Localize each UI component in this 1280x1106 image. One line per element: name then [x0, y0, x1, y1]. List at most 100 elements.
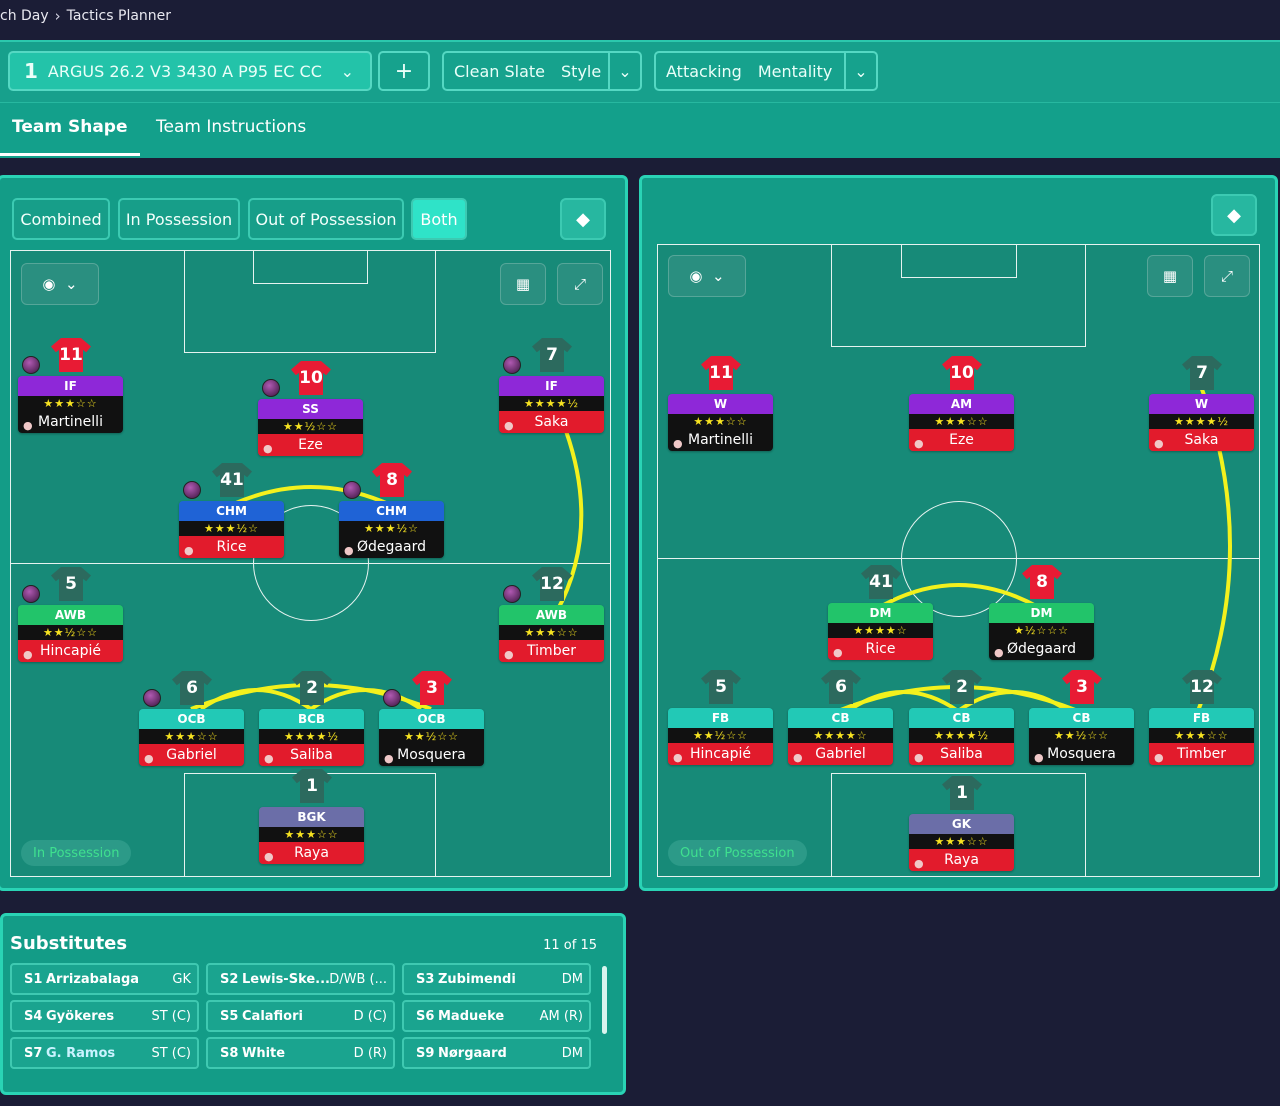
- left-shape-panel: Combined In Possession Out of Possession…: [0, 175, 628, 891]
- player-rating: ★★½☆☆: [379, 729, 484, 744]
- style-label: Style: [561, 61, 602, 81]
- player-card[interactable]: 12 AWB ★★★☆☆ ● Timber: [499, 567, 604, 662]
- player-rating: ★★★☆☆: [668, 414, 773, 429]
- substitute-item[interactable]: S3 Zubimendi DM: [402, 963, 591, 995]
- sub-number: S2: [220, 971, 239, 987]
- user-icon: ●: [914, 857, 924, 870]
- mentality-value: Attacking: [666, 61, 742, 81]
- sub-name: G. Ramos: [46, 1045, 116, 1061]
- player-card[interactable]: 1 BGK ★★★☆☆ ● Raya: [259, 769, 364, 864]
- substitutes-panel: Substitutes 11 of 15 S1 Arrizabalaga GK S2 L…: [0, 913, 626, 1095]
- sub-number: S5: [220, 1008, 239, 1024]
- player-rating: ★★★½☆: [179, 521, 284, 536]
- player-card[interactable]: 3 CB ★★½☆☆ ● Mosquera: [1029, 670, 1134, 765]
- player-card-body: CB ★★½☆☆ ● Mosquera: [1029, 708, 1134, 765]
- player-rating: ★★★☆☆: [259, 827, 364, 842]
- player-card[interactable]: 11 IF ★★★☆☆ ● Martinelli: [18, 338, 123, 433]
- shirt-number: 7: [1196, 363, 1208, 383]
- mentality-label: Mentality: [757, 61, 833, 81]
- player-role: OCB: [139, 709, 244, 729]
- player-card[interactable]: 41 DM ★★★★☆ ● Rice: [828, 565, 933, 660]
- sub-number: S3: [416, 971, 435, 987]
- mentality-dropdown[interactable]: Attacking Mentality ⌄: [654, 51, 878, 91]
- tactic-selector[interactable]: 1 ARGUS 26.2 V3 3430 A P95 EC CC ⌄: [8, 51, 372, 91]
- player-card[interactable]: 1 GK ★★★☆☆ ● Raya: [909, 776, 1014, 871]
- player-rating: ★★★½☆: [339, 521, 444, 536]
- user-icon: ●: [504, 648, 514, 661]
- sub-number: S8: [220, 1045, 239, 1061]
- player-card[interactable]: 10 SS ★★½☆☆ ● Eze: [258, 361, 363, 456]
- player-card[interactable]: 2 BCB ★★★★½ ● Saliba: [259, 671, 364, 766]
- player-card[interactable]: 11 W ★★★☆☆ ● Martinelli: [668, 356, 773, 451]
- user-icon: ●: [914, 437, 924, 450]
- player-rating: ★★★☆☆: [909, 834, 1014, 849]
- user-icon: ●: [23, 419, 33, 432]
- substitutes-count: 11 of 15: [543, 938, 597, 953]
- segment-in-possession[interactable]: In Possession: [118, 198, 240, 240]
- scrollbar[interactable]: [602, 966, 607, 1034]
- user-icon: ●: [914, 751, 924, 764]
- substitute-item[interactable]: S2 Lewis-Ske... D/WB (...: [206, 963, 395, 995]
- player-name-row: ● Ødegaard: [339, 536, 444, 558]
- player-role: W: [1149, 394, 1254, 414]
- player-card[interactable]: 5 FB ★★½☆☆ ● Hincapié: [668, 670, 773, 765]
- substitute-item[interactable]: S9 Nørgaard DM: [402, 1037, 591, 1069]
- substitute-item[interactable]: S8 White D (R): [206, 1037, 395, 1069]
- shirt-number: 5: [65, 574, 77, 594]
- user-icon: ●: [793, 751, 803, 764]
- user-icon: ●: [1154, 437, 1164, 450]
- substitute-item[interactable]: S4 Gyökeres ST (C): [10, 1000, 199, 1032]
- substitute-item[interactable]: S6 Madueke AM (R): [402, 1000, 591, 1032]
- player-name: Raya: [944, 852, 979, 868]
- player-card[interactable]: 41 CHM ★★★½☆ ● Rice: [179, 463, 284, 558]
- player-card-body: OCB ★★★☆☆ ● Gabriel: [139, 709, 244, 766]
- add-tactic-button[interactable]: +: [378, 51, 430, 91]
- player-card-body: BCB ★★★★½ ● Saliba: [259, 709, 364, 766]
- eraser-button[interactable]: ◆: [560, 198, 606, 240]
- player-card[interactable]: 10 AM ★★★☆☆ ● Eze: [909, 356, 1014, 451]
- link-line: [309, 688, 423, 711]
- player-card[interactable]: 2 CB ★★★★½ ● Saliba: [909, 670, 1014, 765]
- player-card-body: CHM ★★★½☆ ● Ødegaard: [339, 501, 444, 558]
- player-card[interactable]: 12 FB ★★★☆☆ ● Timber: [1149, 670, 1254, 765]
- user-icon: ●: [1034, 751, 1044, 764]
- segment-both[interactable]: Both: [411, 198, 467, 240]
- sub-number: S7: [24, 1045, 43, 1061]
- breadcrumb-current: Tactics Planner: [66, 8, 172, 24]
- user-icon: ●: [144, 752, 154, 765]
- substitute-item[interactable]: S5 Calafiori D (C): [206, 1000, 395, 1032]
- sub-number: S4: [24, 1008, 43, 1024]
- player-card[interactable]: 3 OCB ★★½☆☆ ● Mosquera: [379, 671, 484, 766]
- player-card[interactable]: 8 DM ★½☆☆☆ ● Ødegaard: [989, 565, 1094, 660]
- shirt-number: 41: [220, 470, 244, 490]
- player-card[interactable]: 7 W ★★★★½ ● Saka: [1149, 356, 1254, 451]
- player-card[interactable]: 7 IF ★★★★½ ● Saka: [499, 338, 604, 433]
- shirt-number: 12: [1190, 677, 1214, 697]
- player-card[interactable]: 8 CHM ★★★½☆ ● Ødegaard: [339, 463, 444, 558]
- substitute-item[interactable]: S7 G. Ramos ST (C): [10, 1037, 199, 1069]
- player-card[interactable]: 5 AWB ★★½☆☆ ● Hincapié: [18, 567, 123, 662]
- player-name: Saka: [1184, 432, 1219, 448]
- sub-name: Calafiori: [242, 1008, 303, 1024]
- right-shape-panel: ◆ ◉ ⌄ ▦ ⤢ 11 W ★★★☆☆ ● Martinelli 10 AM ★★★☆☆ ● E…: [639, 175, 1278, 891]
- player-rating: ★★★★☆: [788, 728, 893, 743]
- role-badge-icon: [22, 356, 40, 374]
- style-dropdown[interactable]: Clean Slate Style ⌄: [442, 51, 642, 91]
- player-card[interactable]: 6 OCB ★★★☆☆ ● Gabriel: [139, 671, 244, 766]
- tactic-header: 1 ARGUS 26.2 V3 3430 A P95 EC CC ⌄ + Cle…: [0, 40, 1280, 158]
- sub-position: DM: [561, 971, 583, 987]
- player-role: GK: [909, 814, 1014, 834]
- phase-label: In Possession: [21, 840, 132, 866]
- tab-team-instructions[interactable]: Team Instructions: [156, 117, 306, 137]
- player-card[interactable]: 6 CB ★★★★☆ ● Gabriel: [788, 670, 893, 765]
- segment-combined[interactable]: Combined: [12, 198, 110, 240]
- player-role: FB: [1149, 708, 1254, 728]
- tab-team-shape[interactable]: Team Shape: [12, 117, 128, 137]
- segment-out-of-possession[interactable]: Out of Possession: [248, 198, 404, 240]
- player-name: Timber: [1177, 746, 1226, 762]
- breadcrumb-prev[interactable]: ch Day: [0, 8, 49, 24]
- substitute-item[interactable]: S1 Arrizabalaga GK: [10, 963, 199, 995]
- eraser-button[interactable]: ◆: [1211, 194, 1257, 236]
- shirt-number: 8: [1036, 572, 1048, 592]
- player-rating: ★★★☆☆: [1149, 728, 1254, 743]
